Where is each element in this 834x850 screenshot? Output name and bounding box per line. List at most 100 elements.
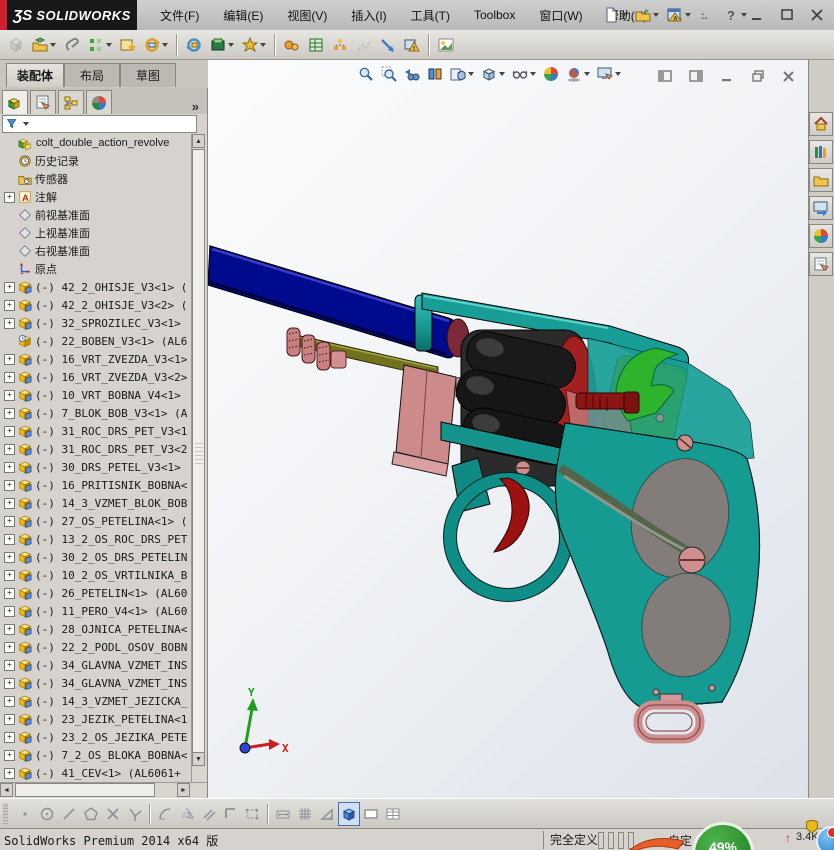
component-pattern-button[interactable] <box>85 34 115 56</box>
design-library-button[interactable] <box>809 140 833 164</box>
mirror-button[interactable] <box>176 802 198 826</box>
parallel-button[interactable] <box>198 802 220 826</box>
explode-line-sketch-button[interactable] <box>353 34 375 56</box>
tree-item[interactable]: + (-) 31_ROC_DRS_PET_V3<1 <box>0 422 193 440</box>
file-explorer-button[interactable] <box>809 168 833 192</box>
menu-t[interactable]: 工具(T) <box>401 3 460 28</box>
expand-toggle[interactable]: + <box>4 767 15 779</box>
expand-toggle[interactable]: + <box>4 749 15 761</box>
zoom-fit-button[interactable] <box>356 64 376 84</box>
tree-item[interactable]: + (-) 16_PRITISNIK_BOBNA< <box>0 476 193 494</box>
revolver-model[interactable]: X Y <box>208 60 808 798</box>
display-style-caret[interactable] <box>499 72 505 76</box>
tree-item[interactable]: + (-) 23_JEZIK_PETELINA<1 <box>0 710 193 728</box>
bill-of-materials-button[interactable] <box>305 34 327 56</box>
view-settings-caret[interactable] <box>584 72 590 76</box>
options-a-button[interactable]: A <box>664 5 694 25</box>
expand-toggle[interactable]: + <box>4 281 15 293</box>
dots-button[interactable]: :. <box>696 5 718 25</box>
tree-item[interactable]: + (-) 14_3_VZMET_BLOK_BOB <box>0 494 193 512</box>
tree-item[interactable]: + (-) 10_2_OS_VRTILNIKA_B <box>0 566 193 584</box>
panel-tab-featuremanager[interactable] <box>2 90 28 114</box>
display-style-button[interactable] <box>479 64 507 84</box>
new-doc-button[interactable] <box>600 5 630 25</box>
circle-button[interactable] <box>36 802 58 826</box>
appearances-button[interactable] <box>809 224 833 248</box>
graphics-viewport[interactable]: X Y <box>208 60 808 798</box>
tree-item[interactable]: + (-) 32_SPROZILEC_V3<1> <box>0 314 193 332</box>
scroll-left-button[interactable]: ◄ <box>0 783 13 797</box>
expand-toggle[interactable]: + <box>4 353 15 365</box>
tree-filter-box[interactable] <box>2 115 197 133</box>
tree-root[interactable]: colt_double_action_revolve <box>0 134 193 152</box>
expand-toggle[interactable]: + <box>4 371 15 383</box>
expand-toggle[interactable]: + <box>4 299 15 311</box>
tree-item[interactable]: + (-) 10_VRT_BOBNA_V4<1> <box>0 386 193 404</box>
minimize-button[interactable] <box>746 5 768 25</box>
expand-toggle[interactable]: + <box>4 479 15 491</box>
smart-fasteners-button[interactable] <box>117 34 139 56</box>
tree-item[interactable]: 历史记录 <box>0 152 193 170</box>
hide-show-items-caret[interactable] <box>530 72 536 76</box>
angle-lines-button[interactable] <box>124 802 146 826</box>
scroll-thumb[interactable] <box>192 149 205 765</box>
view-orientation-caret[interactable] <box>468 72 474 76</box>
expand-toggle[interactable]: + <box>4 695 15 707</box>
pane-right-doc-button[interactable] <box>685 66 707 86</box>
tree-horizontal-scrollbar[interactable]: ◄ ► <box>0 782 207 798</box>
expand-toggle[interactable]: + <box>4 641 15 653</box>
expand-toggle[interactable]: + <box>4 533 15 545</box>
close-button[interactable] <box>806 5 828 25</box>
expand-toggle[interactable]: + <box>4 713 15 725</box>
appearances-image-button[interactable] <box>435 34 457 56</box>
dimension-button[interactable] <box>272 802 294 826</box>
point-button[interactable] <box>14 802 36 826</box>
rotate-component-button[interactable] <box>183 34 205 56</box>
scroll-right-button[interactable]: ► <box>177 783 190 797</box>
spline-points-button[interactable] <box>242 802 264 826</box>
open-part-button[interactable] <box>29 34 59 56</box>
section-view-button[interactable] <box>425 64 445 84</box>
expand-toggle[interactable]: + <box>4 551 15 563</box>
menu-i[interactable]: 插入(I) <box>341 3 396 28</box>
tree-item[interactable]: 前视基准面 <box>0 206 193 224</box>
tree-item[interactable]: + (-) 41_CEV<1> (AL6061+ <box>0 764 193 782</box>
model-trigger[interactable] <box>492 477 530 553</box>
hide-show-items-button[interactable] <box>510 64 538 84</box>
expand-toggle[interactable]: + <box>4 677 15 689</box>
expand-toggle[interactable]: + <box>4 425 15 437</box>
angle-triangle-button[interactable] <box>316 802 338 826</box>
menu-f[interactable]: 文件(F) <box>150 3 209 28</box>
tree-item[interactable]: + (-) 31_ROC_DRS_PET_V3<2 <box>0 440 193 458</box>
tree-item[interactable]: 上视基准面 <box>0 224 193 242</box>
expand-toggle[interactable]: + <box>4 317 15 329</box>
trim-button[interactable] <box>102 802 124 826</box>
tree-item[interactable]: + (-) 34_GLAVNA_VZMET_INS <box>0 674 193 692</box>
expand-toggle[interactable]: + <box>4 407 15 419</box>
move-component-caret[interactable] <box>162 42 168 47</box>
menu-v[interactable]: 视图(V) <box>277 3 337 28</box>
tab-assembly[interactable]: 装配体 <box>6 63 64 87</box>
measure-button[interactable] <box>377 34 399 56</box>
tree-item[interactable]: + A 注解 <box>0 188 193 206</box>
panel-tab-propertymanager[interactable] <box>30 90 56 114</box>
new-doc-caret[interactable] <box>621 13 627 17</box>
move-component-button[interactable] <box>141 34 171 56</box>
expand-toggle[interactable]: + <box>4 389 15 401</box>
panel-tab-displaymanager[interactable] <box>86 90 112 114</box>
menu-w[interactable]: 窗口(W) <box>529 3 592 28</box>
tab-layout[interactable]: 布局 <box>64 63 120 87</box>
tree-item[interactable]: + (-) 30_DRS_PETEL_V3<1> <box>0 458 193 476</box>
polygon-button[interactable] <box>80 802 102 826</box>
expand-toggle[interactable]: + <box>4 461 15 473</box>
tree-item[interactable]: + (-) 34_GLAVNA_VZMET_INS <box>0 656 193 674</box>
edit-appearance-caret[interactable] <box>615 72 621 76</box>
reference-geometry-caret[interactable] <box>260 42 266 47</box>
restore-doc-button[interactable] <box>747 66 769 86</box>
model-grip[interactable] <box>554 422 761 709</box>
tree-item[interactable]: 传感器 <box>0 170 193 188</box>
options-a-caret[interactable] <box>685 13 691 17</box>
corner-button[interactable] <box>220 802 242 826</box>
view-orientation-button[interactable] <box>448 64 476 84</box>
tree-item[interactable]: + (-) 16_VRT_ZVEZDA_V3<2> <box>0 368 193 386</box>
